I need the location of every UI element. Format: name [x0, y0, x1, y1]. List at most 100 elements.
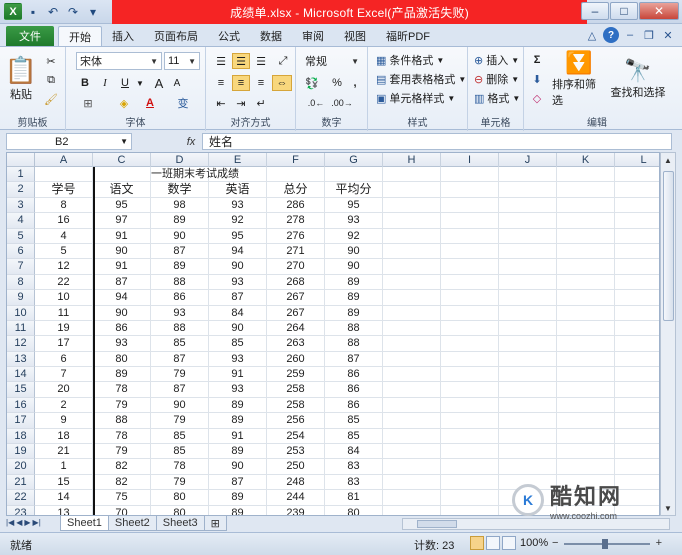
- cell[interactable]: 12: [35, 259, 93, 275]
- fill-color-icon[interactable]: ◈: [114, 95, 134, 111]
- cell[interactable]: [499, 367, 557, 383]
- format-cells-button[interactable]: ▥ 格式 ▼: [474, 90, 520, 106]
- cell[interactable]: 90: [325, 259, 383, 275]
- cell[interactable]: [441, 474, 499, 491]
- row-header[interactable]: 16: [7, 397, 35, 414]
- cell[interactable]: [499, 444, 557, 460]
- cell[interactable]: [557, 259, 615, 275]
- cell[interactable]: 85: [151, 336, 209, 352]
- workbook-minimize-icon[interactable]: –: [622, 27, 638, 43]
- cell[interactable]: [615, 229, 659, 244]
- last-sheet-icon[interactable]: ▶|: [33, 518, 41, 527]
- cell[interactable]: 84: [209, 305, 267, 321]
- cell[interactable]: 267: [267, 305, 325, 321]
- cut-icon[interactable]: ✂: [42, 53, 60, 69]
- cell[interactable]: 88: [325, 320, 383, 337]
- cell[interactable]: 78: [93, 428, 151, 445]
- customize-qat-icon[interactable]: ▾: [84, 3, 102, 20]
- cell[interactable]: [557, 167, 615, 183]
- zoom-slider-knob[interactable]: [602, 539, 608, 549]
- cell[interactable]: [383, 228, 441, 244]
- copy-icon[interactable]: ⧉: [42, 72, 60, 88]
- row-header[interactable]: 2: [7, 182, 35, 198]
- cell[interactable]: 92: [209, 213, 267, 229]
- page-layout-view-button[interactable]: [486, 536, 500, 550]
- row-header[interactable]: 4: [7, 213, 35, 229]
- merge-center-icon[interactable]: ⇔: [272, 75, 292, 91]
- column-header-e[interactable]: E: [209, 153, 267, 167]
- cell[interactable]: 80: [151, 505, 209, 515]
- column-title-cell[interactable]: 数学: [151, 182, 209, 198]
- row-header[interactable]: 18: [7, 428, 35, 445]
- cell[interactable]: [615, 244, 659, 260]
- cell[interactable]: [383, 490, 441, 506]
- cell[interactable]: 95: [325, 197, 383, 214]
- cell[interactable]: [499, 213, 557, 229]
- cell[interactable]: 20: [35, 382, 93, 398]
- next-sheet-icon[interactable]: ▶: [24, 518, 30, 527]
- cell[interactable]: [499, 459, 557, 475]
- cell[interactable]: 88: [93, 413, 151, 429]
- cell[interactable]: 83: [325, 474, 383, 491]
- cell[interactable]: [499, 274, 557, 291]
- cell[interactable]: [441, 367, 499, 383]
- cell[interactable]: [93, 167, 151, 183]
- cell[interactable]: 79: [151, 474, 209, 491]
- cell[interactable]: [383, 274, 441, 291]
- cell[interactable]: 85: [151, 428, 209, 445]
- cell[interactable]: [441, 290, 499, 306]
- cell[interactable]: [615, 321, 659, 337]
- cell[interactable]: [615, 198, 659, 214]
- cell[interactable]: 16: [35, 213, 93, 229]
- cell[interactable]: [35, 167, 93, 183]
- cell[interactable]: 87: [151, 351, 209, 368]
- font-color-button[interactable]: A: [142, 95, 158, 111]
- close-button[interactable]: ✕: [639, 2, 679, 20]
- cell[interactable]: 90: [151, 228, 209, 244]
- delete-cells-button[interactable]: ⊖ 删除 ▼: [474, 71, 519, 87]
- sheet-tab-sheet2[interactable]: Sheet2: [107, 516, 157, 531]
- worksheet-grid[interactable]: ACDEFGHIJKL 1 一班期末考试成绩 2 学号 语文 数学 英语 总分 平均分 3 8 95 9…: [6, 152, 660, 516]
- cell[interactable]: 258: [267, 397, 325, 414]
- increase-indent-icon[interactable]: ⇥: [232, 95, 250, 111]
- cell[interactable]: 4: [35, 228, 93, 244]
- format-as-table-button[interactable]: ▤ 套用表格格式 ▼: [376, 71, 466, 87]
- wrap-text-icon[interactable]: ↵: [252, 95, 270, 111]
- cell[interactable]: 22: [35, 274, 93, 291]
- cell[interactable]: [441, 382, 499, 398]
- cell[interactable]: 98: [151, 197, 209, 214]
- maximize-button[interactable]: □: [610, 2, 638, 20]
- cell[interactable]: 82: [93, 459, 151, 475]
- cell[interactable]: [499, 428, 557, 445]
- cell[interactable]: 5: [35, 243, 93, 260]
- cell[interactable]: [615, 413, 659, 429]
- cell[interactable]: [499, 182, 557, 198]
- tab-data[interactable]: 数据: [250, 26, 292, 46]
- align-center-icon[interactable]: ≡: [232, 75, 250, 91]
- cell[interactable]: 270: [267, 259, 325, 275]
- comma-button[interactable]: ,: [348, 75, 362, 91]
- cell[interactable]: [441, 336, 499, 352]
- cell[interactable]: 95: [93, 197, 151, 214]
- cell[interactable]: [499, 290, 557, 306]
- cell[interactable]: 18: [35, 428, 93, 445]
- format-painter-icon[interactable]: 🖌: [42, 91, 60, 107]
- cell[interactable]: 97: [93, 213, 151, 229]
- cell[interactable]: [383, 459, 441, 475]
- fill-icon[interactable]: ⬇: [528, 71, 546, 87]
- cell[interactable]: 89: [209, 444, 267, 460]
- formula-input[interactable]: 姓名: [202, 133, 672, 150]
- sheet-title-cell[interactable]: 一班期末考试成绩: [151, 167, 239, 183]
- font-size-dropdown[interactable]: 11 ▼: [164, 52, 200, 70]
- column-header-k[interactable]: K: [557, 153, 615, 167]
- align-left-icon[interactable]: ≡: [212, 75, 230, 91]
- cell[interactable]: 93: [209, 351, 267, 368]
- cell[interactable]: 89: [325, 290, 383, 306]
- cell[interactable]: [383, 259, 441, 275]
- cell[interactable]: 258: [267, 382, 325, 398]
- text-orientation-icon[interactable]: ⤢: [274, 53, 292, 69]
- cell[interactable]: [267, 167, 325, 183]
- cell[interactable]: [615, 167, 659, 183]
- cell[interactable]: [557, 459, 615, 475]
- row-header[interactable]: 1: [7, 167, 35, 183]
